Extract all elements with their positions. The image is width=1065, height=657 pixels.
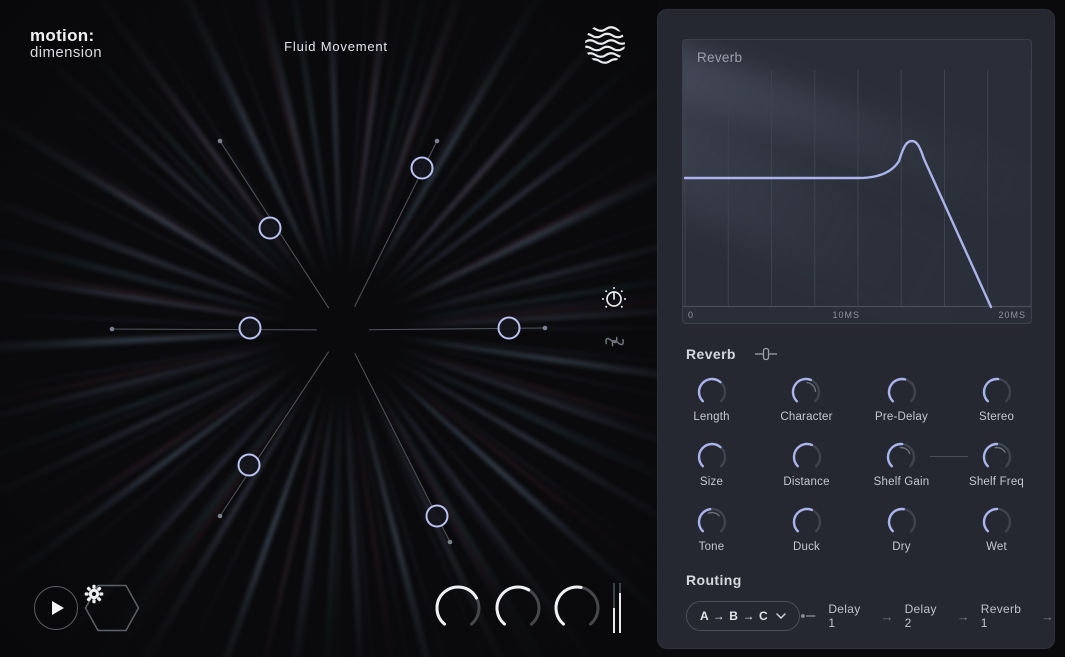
motion-node[interactable] [427,506,448,527]
motion-node[interactable] [239,455,260,476]
knob-character[interactable]: Character [780,376,832,441]
knob-label: Dry [892,541,911,553]
visualizer: motion: dimension Fluid Movement [0,0,657,657]
play-icon [52,601,64,615]
routing-chain: Delay 1 → Delay 2 → Reverb 1 → [800,601,1054,631]
tick-20ms: 20MS [998,310,1026,320]
gear-icon [84,584,104,604]
macro-knob-1[interactable] [433,583,483,633]
knob-shelf-gain[interactable]: Shelf Gain [874,441,930,506]
knob-label: Distance [783,476,829,488]
reverb-section-header: Reverb [686,346,778,362]
chain-arrow-icon: → [1041,609,1054,624]
reverb-knob-grid: Length Character Pre-Delay Stereo Size Distan… [664,376,1044,571]
tick-10ms: 10MS [832,310,860,320]
preset-name[interactable]: Fluid Movement [284,39,388,54]
knob-stereo[interactable]: Stereo [977,376,1017,441]
knob-label: Size [700,476,723,488]
chain-start-icon [800,611,817,621]
knob-label: Pre-Delay [875,411,928,423]
routing-mode-value: A → B → C [700,609,768,623]
motion-node[interactable] [499,318,520,339]
graph-title: Reverb [697,50,742,65]
knob-label: Tone [699,541,725,553]
knob-length[interactable]: Length [692,376,732,441]
knob-label: Shelf Gain [874,476,930,488]
knob-label: Wet [986,541,1007,553]
knob-label: Character [780,411,832,423]
routing-heading: Routing [686,572,742,588]
motion-node[interactable] [412,158,433,179]
chain-arrow-icon: → [957,609,970,624]
knob-label: Shelf Freq [969,476,1024,488]
motion-node[interactable] [260,218,281,239]
knob-dial-icon[interactable] [600,284,628,312]
knob-shelf-freq[interactable]: Shelf Freq [969,441,1024,506]
tick-0: 0 [688,310,694,320]
chain-item-delay-1[interactable]: Delay 1 [828,602,869,630]
settings-button[interactable] [84,584,140,632]
knob-label: Length [693,411,729,423]
chain-arrow-icon: → [881,609,894,624]
knob-size[interactable]: Size [692,441,732,506]
mini-slider-icon[interactable] [754,347,778,361]
knob-label: Duck [793,541,820,553]
graph-x-axis-ticks: 0 10MS 20MS [688,310,1026,320]
section-label: Reverb [686,346,736,362]
chain-item-reverb-1[interactable]: Reverb 1 [981,602,1030,630]
plugin-window: motion: dimension Fluid Movement [0,0,1065,657]
chevron-down-icon [776,613,786,619]
knob-dry[interactable]: Dry [882,506,922,571]
chain-item-delay-2[interactable]: Delay 2 [905,602,946,630]
knob-distance[interactable]: Distance [783,441,829,506]
macro-meter[interactable] [610,581,626,635]
macro-knob-2[interactable] [493,583,543,633]
brand-logo: motion: dimension [30,27,102,60]
brand-line2: dimension [30,45,102,60]
macro-knob-3[interactable] [552,583,602,633]
knob-tone[interactable]: Tone [692,506,732,571]
knob-label: Stereo [979,411,1014,423]
modulation-squiggle-icon[interactable] [601,327,627,351]
motion-spokes [0,0,657,657]
knob-duck[interactable]: Duck [787,506,827,571]
play-button[interactable] [34,586,78,630]
motion-node[interactable] [240,318,261,339]
wave-circle-logo-icon[interactable] [583,22,627,66]
routing-mode-dropdown[interactable]: A → B → C [686,601,800,631]
reverb-panel: Reverb 0 10MS 20MS Reverb Length Characte… [657,9,1055,649]
shelf-link-line [930,456,968,457]
reverb-envelope-graph[interactable]: Reverb 0 10MS 20MS [682,39,1032,324]
knob-pre-delay[interactable]: Pre-Delay [875,376,928,441]
brand-line1: motion: [30,27,102,44]
knob-wet[interactable]: Wet [977,506,1017,571]
